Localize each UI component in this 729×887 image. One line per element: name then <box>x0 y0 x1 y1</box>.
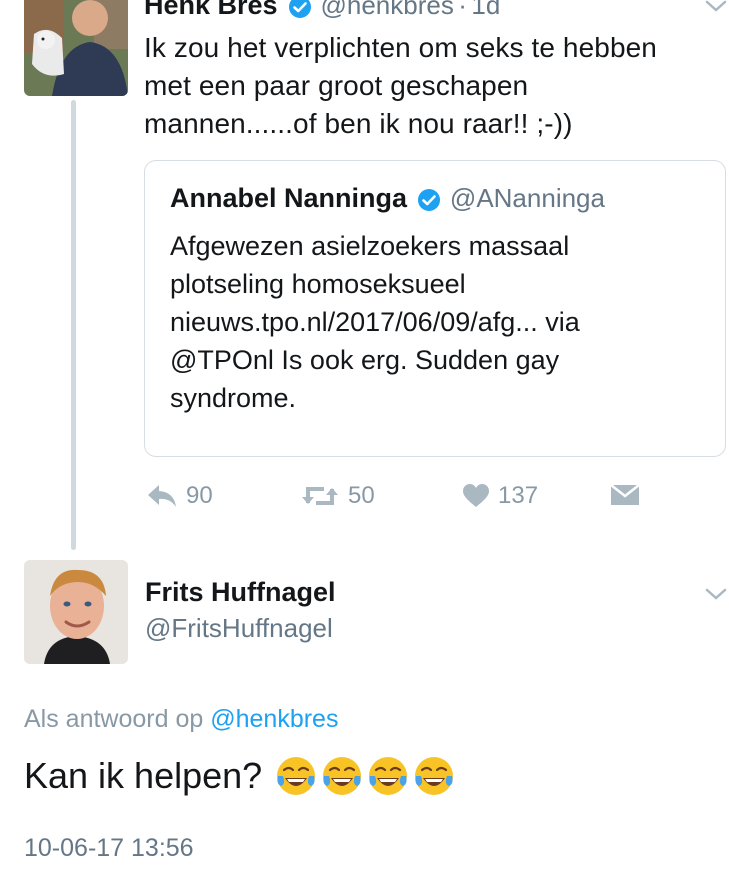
quote-author-handle: @ANanninga <box>449 183 605 213</box>
quote-author-name: Annabel Nanninga <box>170 183 408 213</box>
quote-text-line: @TPOnl Is ook erg. Sudden gay <box>170 345 560 375</box>
face-with-tears-of-joy-emoji <box>415 757 454 795</box>
tweet1-author-name[interactable]: Henk Bres <box>144 0 278 20</box>
quoted-tweet-card[interactable]: Annabel Nanninga @ANanninga Afgewezen as… <box>144 160 726 457</box>
quote-header: Annabel Nanninga @ANanninga <box>170 183 605 217</box>
quote-text: Afgewezen asielzoekers massaal plotselin… <box>170 227 720 417</box>
reply-label: Als antwoord op <box>24 705 204 733</box>
chevron-down-icon[interactable] <box>704 586 728 607</box>
tweet1-text: Ik zou het verplichten om seks te hebben… <box>144 29 729 143</box>
retweet-count: 50 <box>348 482 375 509</box>
reply-button[interactable]: 90 <box>146 482 213 510</box>
reply-context: Als antwoord op @henkbres <box>24 705 338 734</box>
tweet2-author-name[interactable]: Frits Huffnagel <box>145 577 336 608</box>
tweet1-text-line: met een paar groot geschapen <box>144 70 529 101</box>
tweet1-text-line: mannen......of ben ik nou raar!! ;-)) <box>144 108 573 139</box>
reply-count: 90 <box>186 482 213 509</box>
like-button[interactable]: 137 <box>462 482 538 510</box>
heart-icon <box>463 484 489 507</box>
quote-text-line: Afgewezen asielzoekers massaal <box>170 231 570 261</box>
envelope-icon <box>610 484 640 505</box>
verified-badge-icon <box>288 0 312 24</box>
quote-text-line: syndrome. <box>170 383 297 413</box>
avatar-frits-huffnagel[interactable] <box>24 560 128 664</box>
tweet2-author-handle[interactable]: @FritsHuffnagel <box>145 613 333 644</box>
retweet-button[interactable]: 50 <box>300 482 375 510</box>
direct-message-button[interactable] <box>610 484 640 506</box>
tweet1-time-separator: · <box>458 0 467 20</box>
reply-icon <box>148 485 176 507</box>
avatar-henk-bres[interactable] <box>24 0 128 96</box>
face-with-tears-of-joy-emoji <box>323 757 362 795</box>
thread-connector-line <box>71 100 76 550</box>
tweet2-text: Kan ik helpen? <box>24 754 456 798</box>
face-with-tears-of-joy-emoji <box>277 757 316 795</box>
frits-avatar-image <box>24 560 128 664</box>
verified-badge-icon <box>417 188 441 217</box>
like-count: 137 <box>498 482 539 509</box>
quote-text-line: plotseling homoseksueel <box>170 269 466 299</box>
tweet2-text-content: Kan ik helpen? <box>24 755 263 796</box>
tweet2-timestamp[interactable]: 10-06-17 13:56 <box>24 834 194 863</box>
tweet1-text-line: Ik zou het verplichten om seks te hebben <box>144 32 657 63</box>
tweet1-author-handle[interactable]: @henkbres <box>320 0 453 20</box>
henk-avatar-image <box>24 0 128 96</box>
tweet1-time[interactable]: 1d <box>471 0 500 20</box>
face-with-tears-of-joy-emoji <box>369 757 408 795</box>
retweet-icon <box>302 487 338 505</box>
emoji-row <box>274 754 456 798</box>
chevron-down-icon[interactable] <box>704 0 728 19</box>
quote-text-line: nieuws.tpo.nl/2017/06/09/afg... via <box>170 307 580 337</box>
reply-mention-link[interactable]: @henkbres <box>210 705 338 733</box>
tweet1-header: Henk Bres @henkbres · 1d <box>144 0 500 24</box>
